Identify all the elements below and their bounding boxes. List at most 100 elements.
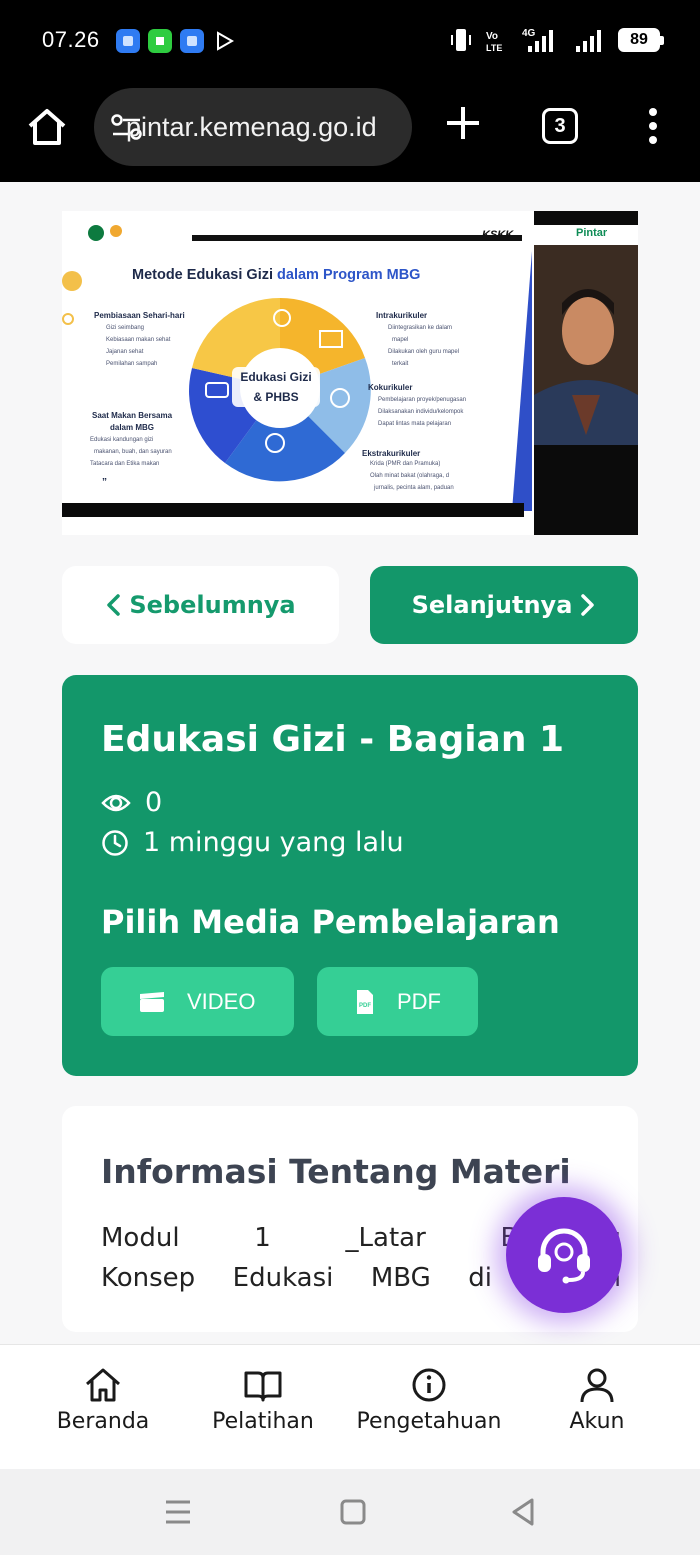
slide-decoration	[62, 271, 82, 325]
view-count-value: 0	[145, 787, 163, 818]
slide-item: Olah minat bakat (olahraga, d	[370, 473, 450, 479]
view-count: 0	[101, 787, 162, 818]
vibrate-icon	[451, 29, 471, 51]
new-tab-icon[interactable]	[444, 104, 482, 142]
recent-apps-icon[interactable]	[164, 1499, 192, 1525]
svg-text:LTE: LTE	[486, 43, 502, 53]
nav-label: Beranda	[56, 1409, 150, 1434]
lesson-title: Edukasi Gizi - Bagian 1	[101, 719, 565, 760]
video-label: VIDEO	[187, 988, 256, 1014]
presenter-camera: Pintar	[534, 211, 638, 535]
next-button[interactable]: Selanjutnya	[370, 566, 638, 644]
slide-heading-makan: Saat Makan Bersama	[92, 411, 173, 420]
support-chat-button[interactable]	[506, 1197, 622, 1313]
address-bar[interactable]: pintar.kemenag.go.id	[94, 88, 412, 166]
presenter-video	[534, 245, 638, 445]
back-icon[interactable]	[510, 1497, 536, 1527]
battery-icon: 89	[618, 28, 664, 52]
eye-icon	[101, 794, 131, 811]
signal-icon	[576, 30, 601, 52]
app-notification-icon	[148, 29, 172, 53]
more-menu-icon[interactable]	[642, 106, 664, 146]
nav-label: Pelatihan	[212, 1409, 314, 1434]
slide-footer-bar	[62, 503, 524, 517]
slide-item: Jajanan sehat	[106, 349, 144, 355]
slide-item: Gizi seimbang	[106, 325, 145, 331]
slide-item: Pembelajaran proyek/penugasan	[378, 397, 467, 403]
slide-brand: KSKK	[482, 229, 514, 241]
slide-title: Metode Edukasi Gizi dalam Program MBG	[132, 267, 421, 283]
system-icons: Vo LTE 4G 89	[450, 26, 664, 54]
slide-item: terkait	[392, 361, 409, 367]
system-navigation-bar	[0, 1469, 700, 1555]
nav-label: Pengetahuan	[356, 1409, 502, 1434]
slide-heading-ekstrakurikuler: Ekstrakurikuler	[362, 449, 421, 458]
quote-mark-icon: ”	[102, 477, 107, 488]
pdf-label: PDF	[397, 988, 441, 1014]
svg-text:PDF: PDF	[359, 1003, 371, 1009]
media-heading: Pilih Media Pembelajaran	[101, 903, 560, 941]
slide-header-bar: KSKK	[62, 211, 532, 245]
user-icon	[580, 1368, 614, 1403]
video-button[interactable]: VIDEO	[101, 967, 294, 1036]
home-icon	[86, 1368, 120, 1402]
slide-heading-kokurikuler: Kokurikuler	[368, 383, 413, 392]
book-icon	[244, 1371, 282, 1402]
info-icon	[412, 1368, 446, 1402]
slide-center-label: Edukasi Gizi & PHBS	[232, 367, 320, 407]
slide-item: Krida (PMR dan Pramuka)	[370, 461, 441, 467]
status-time: 07.26	[42, 27, 100, 52]
previous-button[interactable]: Sebelumnya	[62, 566, 339, 644]
slide-item: Kebiasaan makan sehat	[106, 337, 171, 343]
clock-icon	[102, 829, 128, 856]
slide-heading-intrakurikuler: Intrakurikuler	[376, 311, 428, 320]
nav-item-pelatihan[interactable]: Pelatihan	[206, 1365, 320, 1434]
lesson-card: Edukasi Gizi - Bagian 1 0 1 minggu yang …	[62, 675, 638, 1076]
slide-item: mapel	[392, 337, 409, 343]
app-notification-icon	[116, 29, 140, 53]
headset-icon	[538, 1228, 590, 1284]
nav-item-akun[interactable]: Akun	[564, 1365, 630, 1434]
nav-item-pengetahuan[interactable]: Pengetahuan	[348, 1365, 510, 1434]
lesson-slide-preview[interactable]: KSKK Metode Edukasi Gizi dalam Program M…	[62, 211, 638, 535]
nav-label: Akun	[569, 1409, 625, 1434]
browser-toolbar: pintar.kemenag.go.id 3	[0, 82, 700, 182]
slide-heading-pembiasaan: Pembiasaan Sehari-hari	[94, 311, 185, 320]
pdf-button[interactable]: PDF PDF	[317, 967, 478, 1036]
app-notification-icon	[180, 29, 204, 53]
pdf-file-icon: PDF	[357, 989, 373, 1014]
previous-label: Sebelumnya	[129, 591, 296, 619]
pintar-logo: Pintar	[576, 227, 608, 239]
slide-item: Edukasi kandungan gizi	[90, 437, 154, 443]
signal-4g-icon: 4G	[522, 28, 553, 52]
notification-icons	[116, 29, 236, 53]
volte-icon: VoLTE	[486, 31, 502, 53]
chevron-left-icon	[107, 594, 121, 616]
tab-switcher-button[interactable]: 3	[542, 108, 578, 144]
system-home-icon[interactable]	[340, 1499, 366, 1525]
slide-item: jurnalis, pecinta alam, paduan	[374, 485, 454, 491]
nav-item-beranda[interactable]: Beranda	[52, 1365, 154, 1434]
home-icon[interactable]	[26, 106, 68, 148]
chevron-right-icon	[581, 594, 595, 616]
slide-item: Diintegrasikan ke dalam	[388, 325, 453, 331]
slide-item: Pemilahan sampah	[106, 361, 158, 367]
svg-text:Vo: Vo	[486, 31, 498, 42]
url-text: pintar.kemenag.go.id	[126, 112, 377, 142]
play-store-icon	[212, 29, 236, 53]
svg-text:4G: 4G	[522, 28, 536, 39]
published-time: 1 minggu yang lalu	[101, 827, 404, 858]
slide-item: Dilaksanakan individu/kelompok	[378, 409, 464, 415]
slide-screen: KSKK Metode Edukasi Gizi dalam Program M…	[62, 211, 532, 517]
bottom-navigation: Beranda Pelatihan Pengetahuan Akun	[0, 1344, 700, 1469]
slide-item: Dilakukan oleh guru mapel	[388, 349, 460, 355]
slide-item: makanan, buah, dan sayuran	[94, 449, 172, 455]
slide-item: Tatacara dan Etika makan	[90, 461, 160, 467]
slide-item: Dapat lintas mata pelajaran	[378, 421, 452, 427]
slide-heading-makan-2: dalam MBG	[110, 423, 155, 432]
next-label: Selanjutnya	[411, 591, 573, 619]
status-bar: 07.26 Vo LTE 4G 89	[0, 0, 700, 82]
published-time-value: 1 minggu yang lalu	[143, 827, 404, 858]
slide-side-stripe	[512, 251, 532, 511]
material-info-title: Informasi Tentang Materi	[101, 1152, 571, 1191]
